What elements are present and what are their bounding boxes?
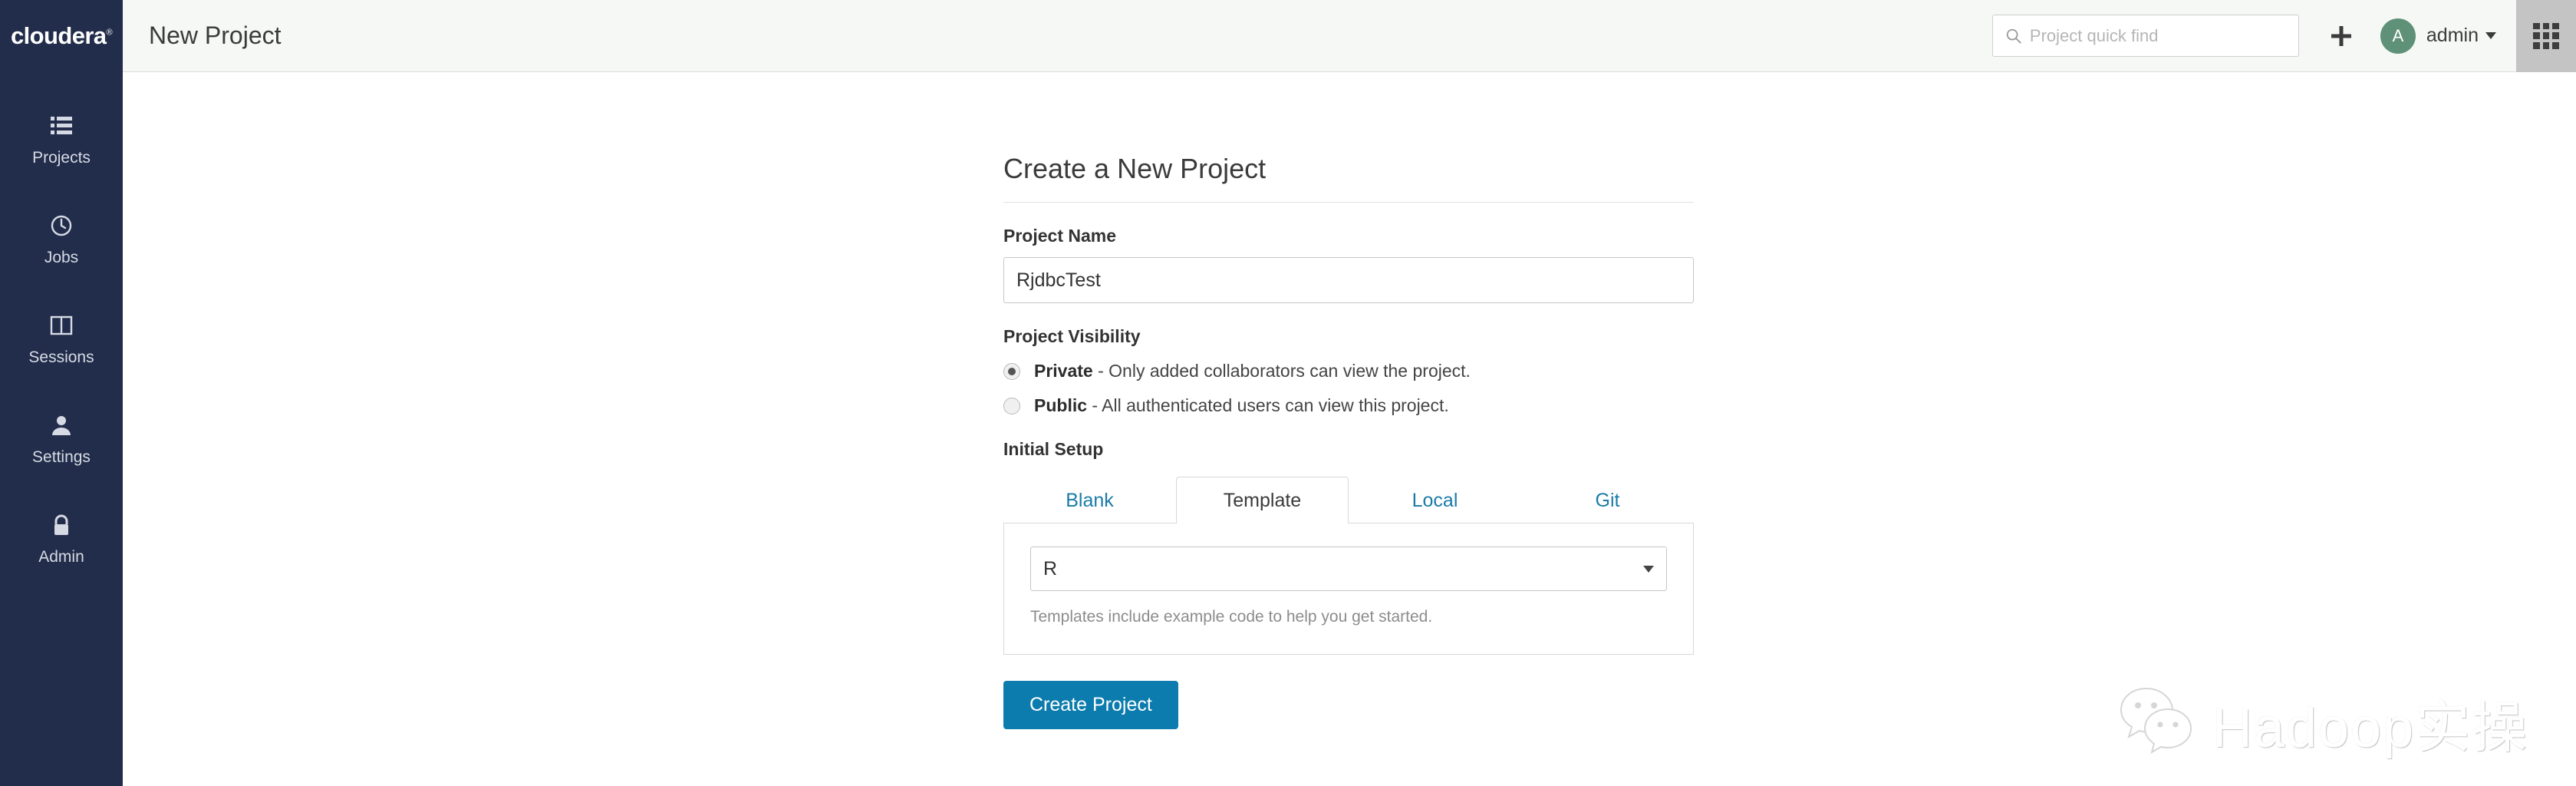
form-heading: Create a New Project — [1003, 153, 1694, 203]
logo-registered-mark: ® — [106, 28, 112, 38]
initial-setup-label: Initial Setup — [1003, 439, 1104, 459]
sidebar-item-label: Sessions — [28, 348, 94, 366]
tab-git[interactable]: Git — [1521, 477, 1694, 523]
visibility-option-name: Public — [1034, 395, 1088, 415]
visibility-option-text: Public - All authenticated users can vie… — [1034, 395, 1449, 416]
visibility-option-public[interactable]: Public - All authenticated users can vie… — [1003, 395, 1694, 416]
project-name-input[interactable] — [1003, 257, 1694, 303]
sidebar-item-settings[interactable]: Settings — [0, 398, 123, 481]
sidebar-item-label: Settings — [32, 448, 91, 466]
plus-icon — [2331, 25, 2351, 46]
sidebar-item-label: Admin — [38, 548, 84, 566]
initial-setup-tabs: Blank Template Local Git — [1003, 477, 1694, 523]
chevron-down-icon — [2485, 32, 2496, 39]
radio-public[interactable] — [1003, 397, 1020, 414]
chevron-down-icon — [1643, 565, 1654, 573]
main-content: Create a New Project Project Name Projec… — [123, 72, 2576, 786]
page-title: New Project — [149, 21, 282, 49]
radio-private[interactable] — [1003, 362, 1020, 380]
apps-grid-icon — [2533, 22, 2559, 49]
cloudera-logo[interactable]: cloudera® — [0, 0, 123, 72]
wechat-bubbles-icon — [2120, 687, 2192, 754]
apps-launcher-button[interactable] — [2516, 0, 2576, 72]
avatar: A — [2380, 18, 2416, 54]
template-tab-panel: R Templates include example code to help… — [1003, 523, 1694, 655]
visibility-option-description: - All authenticated users can view this … — [1092, 395, 1449, 415]
project-visibility-label: Project Visibility — [1003, 326, 1141, 346]
user-icon — [44, 408, 78, 442]
tab-blank[interactable]: Blank — [1003, 477, 1176, 523]
visibility-option-private[interactable]: Private - Only added collaborators can v… — [1003, 361, 1694, 381]
columns-icon — [44, 309, 78, 342]
project-name-label: Project Name — [1003, 226, 1117, 246]
template-select-value: R — [1043, 557, 1058, 580]
sidebar: Projects Jobs Sessions Settings Admin — [0, 72, 123, 786]
project-quick-find[interactable] — [1991, 15, 2299, 57]
sidebar-item-label: Projects — [32, 149, 91, 167]
list-icon — [44, 109, 78, 143]
sidebar-item-sessions[interactable]: Sessions — [0, 298, 123, 381]
watermark: Hadoop实操 — [2117, 682, 2528, 763]
sidebar-item-admin[interactable]: Admin — [0, 497, 123, 580]
search-icon — [2006, 28, 2021, 44]
tab-local[interactable]: Local — [1349, 477, 1521, 523]
visibility-option-name: Private — [1034, 361, 1093, 381]
clock-icon — [44, 209, 78, 243]
search-input[interactable] — [2029, 25, 2283, 46]
sidebar-item-label: Jobs — [44, 249, 79, 266]
top-bar: cloudera® New Project A admin — [0, 0, 2576, 72]
user-name: admin — [2426, 25, 2479, 46]
template-helper-text: Templates include example code to help y… — [1030, 608, 1433, 626]
add-new-button[interactable] — [2317, 12, 2365, 60]
visibility-option-text: Private - Only added collaborators can v… — [1034, 361, 1471, 381]
user-menu[interactable]: A admin — [2380, 18, 2496, 54]
watermark-text: Hadoop实操 — [2212, 698, 2529, 759]
create-project-button[interactable]: Create Project — [1003, 681, 1178, 729]
template-select[interactable]: R — [1030, 547, 1667, 591]
logo-text: cloudera® — [11, 21, 113, 49]
create-project-form: Create a New Project Project Name Projec… — [1003, 153, 1694, 729]
visibility-option-description: - Only added collaborators can view the … — [1098, 361, 1471, 381]
tab-template[interactable]: Template — [1176, 477, 1349, 523]
sidebar-item-projects[interactable]: Projects — [0, 98, 123, 181]
top-bar-right-controls: A admin — [1991, 0, 2576, 72]
sidebar-item-jobs[interactable]: Jobs — [0, 198, 123, 281]
lock-icon — [44, 508, 78, 542]
